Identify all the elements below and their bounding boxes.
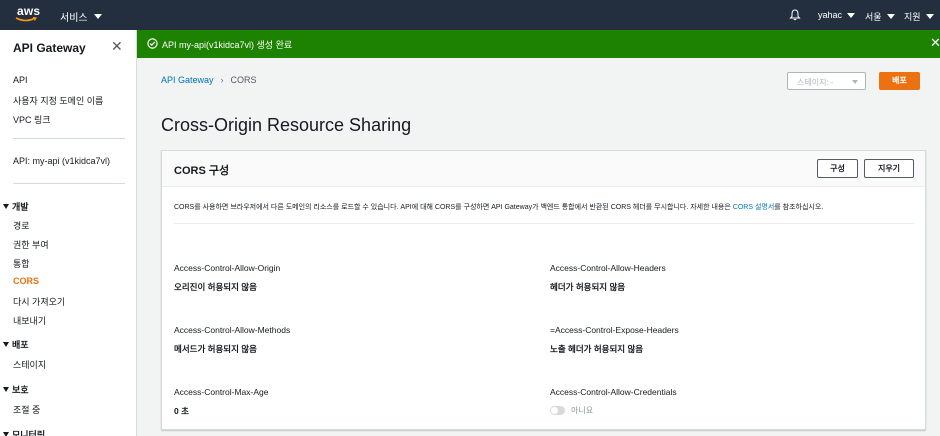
flash-message: API my-api(v1kidca7vl) 생성 완료 [162,40,293,50]
sidebar-item-integrations[interactable]: 통합 [13,257,30,270]
page-title: Cross-Origin Resource Sharing [161,115,412,135]
allow-origin-label: Access-Control-Allow-Origin [174,263,281,273]
sidebar-item-api-name[interactable]: API: my-api (v1kidca7vl) [13,156,110,166]
stage-select[interactable]: 스테이지: - [787,72,866,90]
support-label: 지원 [904,12,921,22]
allow-credentials-label: Access-Control-Allow-Credentials [550,387,677,397]
section-label: 보호 [12,385,29,395]
max-age-label: Access-Control-Max-Age [174,387,269,397]
region-menu[interactable]: 서울 [865,10,895,23]
sidebar-item-authorizers[interactable]: 권한 부여 [13,238,49,251]
support-menu[interactable]: 지원 [904,10,934,23]
description-text: CORS를 사용하면 브라우저에서 다른 도메인의 리소스를 로드할 수 있습니… [174,204,731,211]
sidebar-item-throttling[interactable]: 조절 중 [13,403,40,416]
deploy-button[interactable]: 배포 [879,72,920,90]
chevron-down-icon [886,14,895,19]
allow-headers-value: 헤더가 허용되지 않음 [550,282,626,292]
breadcrumb-current: CORS [230,75,257,85]
section-label: 모니터링 [12,430,46,436]
max-age-value: 0 초 [174,406,189,416]
sidebar-section-develop[interactable]: 개발 [3,200,29,213]
section-label: 개발 [12,202,29,212]
expose-headers-label: =Access-Control-Expose-Headers [550,325,679,335]
sidebar: API Gateway ✕ API 사용자 지정 도메인 이름 VPC 링크 A… [0,30,137,436]
expose-headers-value: 노출 헤더가 허용되지 않음 [550,344,644,354]
sidebar-section-protect[interactable]: 보호 [3,383,29,396]
chevron-down-icon [93,14,102,19]
chevron-down-icon [3,432,9,436]
sidebar-section-deploy[interactable]: 배포 [3,338,29,351]
chevron-right-icon: › [220,75,224,85]
sidebar-item-cors[interactable]: CORS [13,276,39,286]
cors-panel: CORS 구성 구성 지우기 CORS를 사용하면 브라우저에서 다른 도메인의… [161,150,926,430]
sidebar-item-stages[interactable]: 스테이지 [13,358,46,371]
sidebar-divider [13,183,125,184]
allow-origin-value: 오리진이 허용되지 않음 [174,282,257,292]
sidebar-item-resources[interactable]: 경로 [13,219,30,232]
chevron-down-icon [3,204,9,209]
toggle-knob [551,407,558,414]
chevron-down-icon [925,14,934,19]
chevron-down-icon [3,342,9,347]
chevron-down-icon [852,80,858,84]
close-icon[interactable]: ✕ [111,38,123,55]
sidebar-item-custom-domain[interactable]: 사용자 지정 도메인 이름 [13,94,103,107]
bell-icon[interactable] [789,9,801,21]
aws-smile-icon [15,17,37,22]
cors-docs-link[interactable]: CORS 설명서 [733,204,775,211]
allow-credentials-toggle[interactable] [550,406,565,415]
divider [174,223,914,224]
top-navigation: aws 서비스 yahac 서울 지원 [0,0,940,30]
allow-methods-value: 메서드가 허용되지 않음 [174,344,257,354]
sidebar-item-api[interactable]: API [13,75,28,85]
check-circle-icon [147,38,158,49]
stage-select-value: 스테이지: - [797,78,834,87]
sidebar-item-reimport[interactable]: 다시 가져오기 [13,295,65,308]
allow-methods-label: Access-Control-Allow-Methods [174,325,291,335]
close-icon[interactable]: ✕ [930,35,940,51]
user-menu[interactable]: yahac [818,10,856,20]
panel-header: CORS 구성 구성 지우기 [162,151,925,187]
region-label: 서울 [865,12,882,22]
configure-button[interactable]: 구성 [817,159,858,178]
breadcrumb: API Gateway › CORS [161,75,257,85]
services-label: 서비스 [60,13,88,24]
clear-button[interactable]: 지우기 [864,159,914,178]
breadcrumb-link-api-gateway[interactable]: API Gateway [161,75,214,85]
sidebar-item-vpc-link[interactable]: VPC 링크 [13,113,51,126]
allow-credentials-value: 아니요 [571,406,594,415]
sidebar-section-monitor[interactable]: 모니터링 [3,428,45,436]
services-menu[interactable]: 서비스 [60,9,102,24]
panel-title: CORS 구성 [174,165,230,177]
success-flash-banner: API my-api(v1kidca7vl) 생성 완료 ✕ [137,30,940,58]
sidebar-item-export[interactable]: 내보내기 [13,314,46,327]
section-label: 배포 [12,340,29,350]
chevron-down-icon [3,387,9,392]
panel-description: CORS를 사용하면 브라우저에서 다른 도메인의 리소스를 로드할 수 있습니… [174,202,823,212]
sidebar-title: API Gateway [13,41,86,55]
chevron-down-icon [847,12,856,18]
allow-headers-label: Access-Control-Allow-Headers [550,263,666,273]
sidebar-divider [13,138,125,139]
description-text-end: 를 참조하십시오. [774,204,824,211]
aws-logo-text: aws [17,4,41,18]
user-label: yahac [818,10,843,20]
